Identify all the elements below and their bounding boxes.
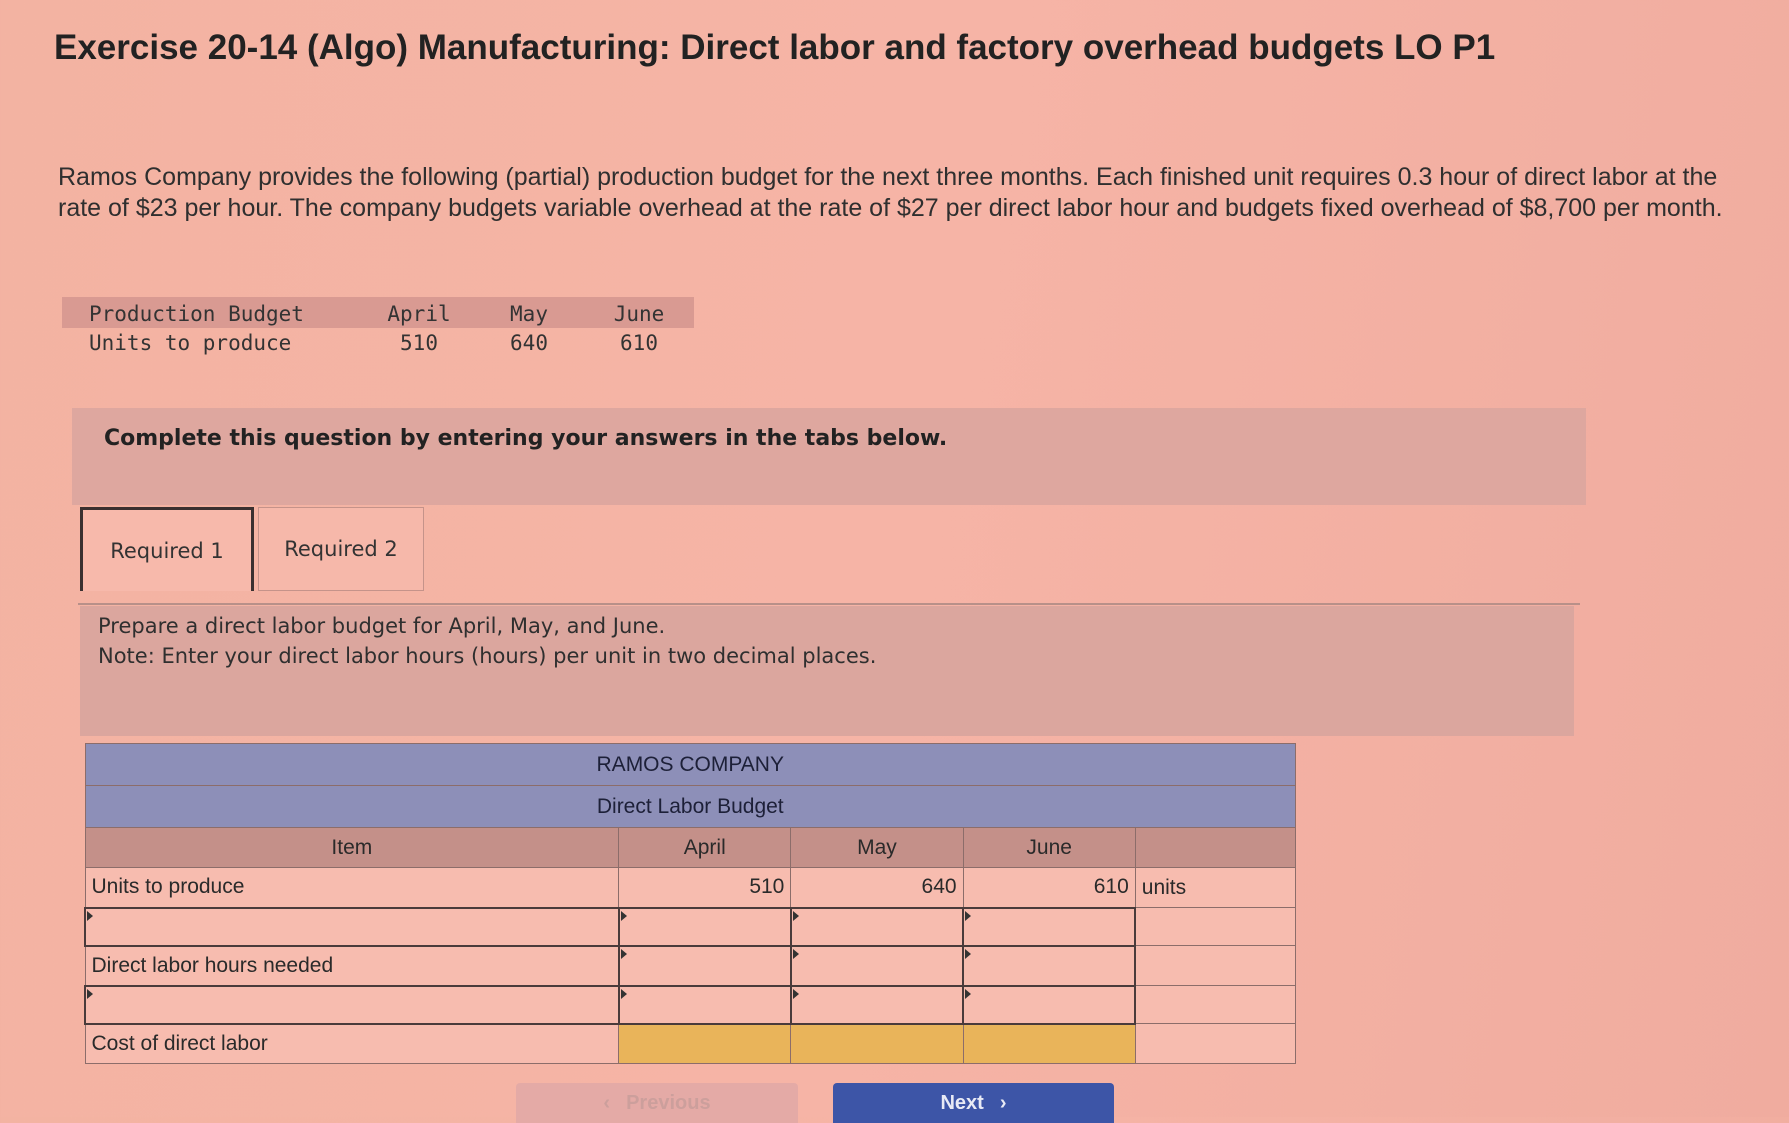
hours-may-input[interactable]	[789, 944, 965, 987]
table-row	[84, 906, 1297, 947]
pb-header-may: May	[474, 297, 584, 328]
col-header-item: Item	[84, 827, 620, 868]
hours-unit-cell	[1134, 945, 1297, 986]
next-button[interactable]: Next ›	[833, 1083, 1114, 1123]
budget-title: Direct Labor Budget	[84, 785, 1296, 828]
table-row: Units to produce 510 640 610 units	[84, 867, 1297, 908]
instruction-banner: Complete this question by entering your …	[72, 408, 1586, 505]
production-budget-table: Production Budget April May June Units t…	[62, 297, 694, 357]
row3-april-input[interactable]	[617, 984, 792, 1025]
tab-required-1[interactable]: Required 1	[80, 507, 254, 591]
row1-june-input[interactable]	[962, 906, 1137, 947]
pb-header-label: Production Budget	[62, 297, 364, 328]
col-header-april: April	[618, 827, 792, 868]
previous-button[interactable]: ‹ Previous	[516, 1083, 798, 1123]
units-april: 510	[618, 867, 792, 908]
pb-row-label: Units to produce	[89, 330, 292, 355]
chevron-right-icon: ›	[999, 1091, 1007, 1114]
hours-june-input[interactable]	[962, 944, 1137, 987]
cost-may-cell	[790, 1023, 964, 1064]
col-header-june: June	[962, 827, 1136, 868]
row1-april-input[interactable]	[617, 906, 792, 947]
row1-unit-cell	[1134, 907, 1297, 946]
pb-header-april: April	[364, 297, 474, 328]
row-label-hours: Direct labor hours needed	[84, 945, 620, 986]
problem-description: Ramos Company provides the following (pa…	[58, 163, 1723, 222]
row3-june-input[interactable]	[962, 984, 1137, 1025]
row1-may-input[interactable]	[789, 906, 965, 947]
cost-unit-cell	[1134, 1023, 1297, 1064]
pb-may-value: 640	[510, 330, 548, 355]
row3-unit-cell	[1134, 985, 1297, 1024]
budget-company-name: RAMOS COMPANY	[84, 743, 1296, 786]
units-june: 610	[962, 867, 1136, 908]
requirement-instructions: Prepare a direct labor budget for April,…	[80, 606, 1574, 736]
instruction-line: Prepare a direct labor budget for April,…	[98, 614, 666, 638]
exercise-title: Exercise 20-14 (Algo) Manufacturing: Dir…	[54, 28, 1496, 67]
table-row	[84, 984, 1297, 1025]
table-row: Direct labor hours needed	[84, 944, 1297, 987]
direct-labor-budget-table: RAMOS COMPANY Direct Labor Budget Item A…	[84, 743, 1297, 1064]
row-label-cost: Cost of direct labor	[84, 1023, 620, 1064]
cost-april-cell	[618, 1023, 792, 1064]
hours-april-input[interactable]	[617, 944, 792, 987]
pb-header-june: June	[584, 297, 694, 328]
pb-april-value: 510	[400, 330, 438, 355]
cost-june-cell	[962, 1023, 1136, 1064]
table-row: Cost of direct labor	[84, 1023, 1297, 1064]
col-header-may: May	[790, 827, 964, 868]
tab-required-2[interactable]: Required 2	[258, 507, 424, 591]
instruction-note: Note: Enter your direct labor hours (hou…	[98, 644, 877, 668]
banner-text: Complete this question by entering your …	[104, 426, 948, 451]
tab-divider	[78, 603, 1580, 605]
row3-may-input[interactable]	[789, 984, 965, 1025]
row-label-input-2[interactable]	[84, 984, 620, 1025]
units-label: units	[1134, 867, 1297, 908]
chevron-left-icon: ‹	[603, 1091, 611, 1114]
col-header-unit	[1134, 827, 1297, 868]
row-label-units: Units to produce	[84, 867, 620, 908]
units-may: 640	[790, 867, 964, 908]
next-label: Next	[940, 1091, 984, 1114]
row-label-input-1[interactable]	[84, 906, 620, 947]
previous-label: Previous	[626, 1091, 711, 1114]
pb-june-value: 610	[620, 330, 658, 355]
